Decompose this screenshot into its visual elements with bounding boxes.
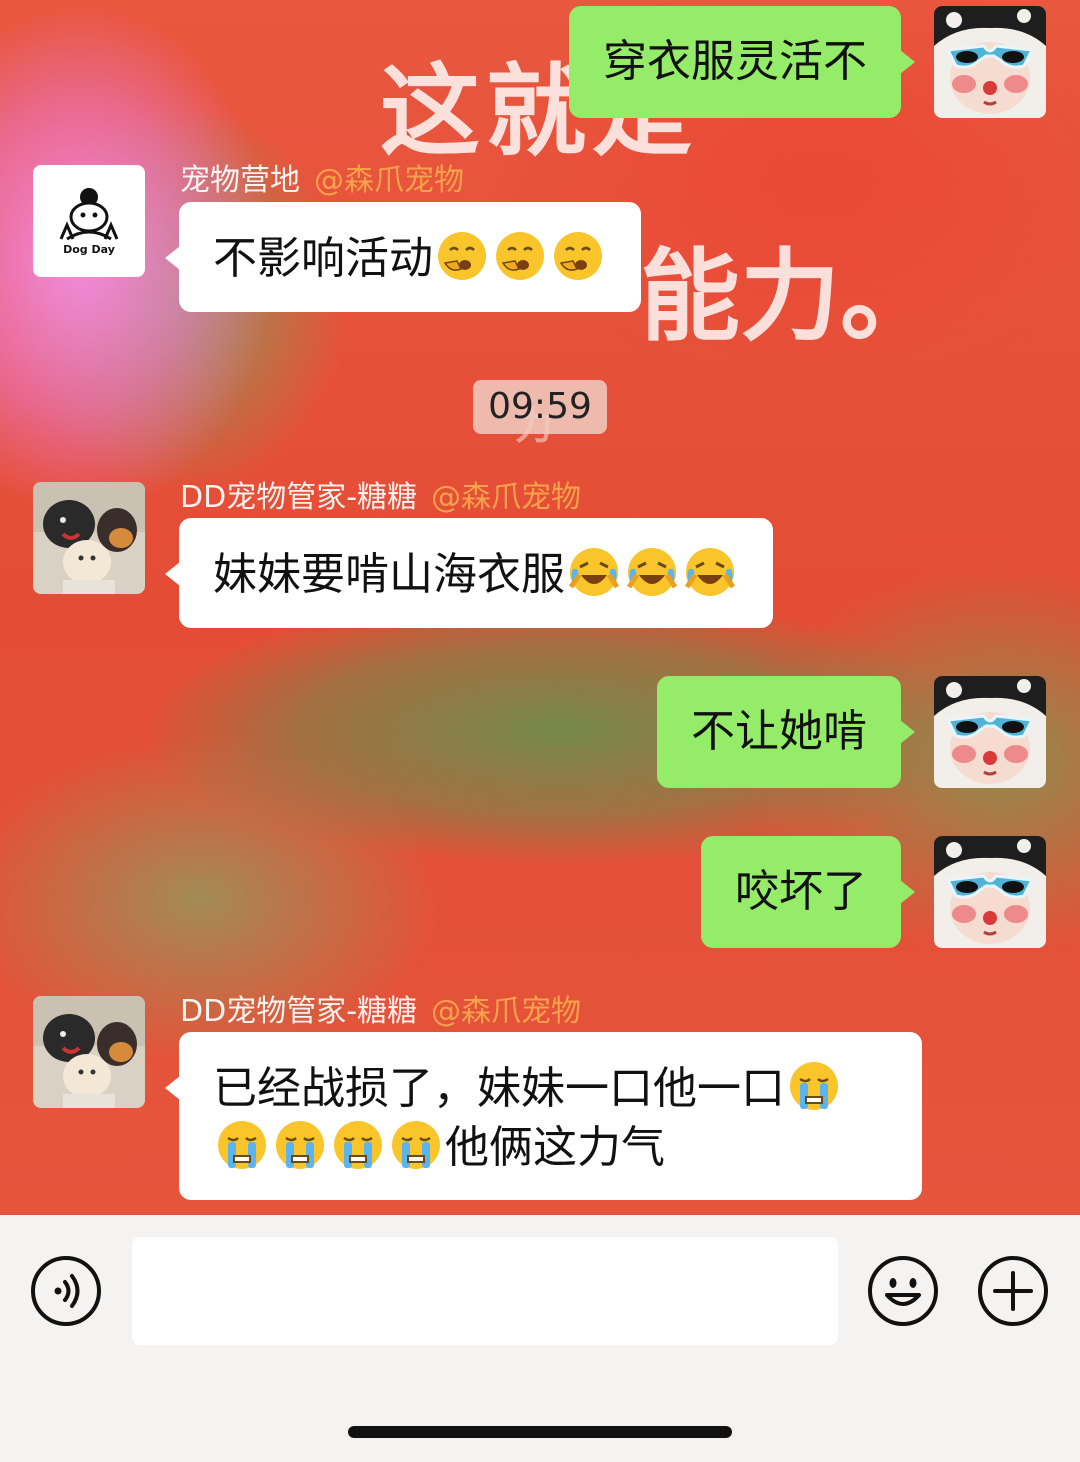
message-bubble-self[interactable]: 穿衣服灵活不	[569, 6, 915, 118]
pet-camp-avatar[interactable]: Dog Day	[33, 165, 145, 277]
message-text: 妹妹要啃山海衣服	[213, 549, 565, 600]
pets-photo-icon	[33, 482, 145, 594]
yawn-emoji-icon	[551, 229, 605, 283]
laugh-cry-emoji-icon	[683, 545, 737, 599]
voice-icon	[31, 1256, 101, 1326]
message-text: 他俩这力气	[445, 1122, 665, 1173]
message-bubble-other[interactable]: 妹妹要啃山海衣服	[165, 518, 773, 628]
laugh-cry-emoji-icon	[625, 545, 679, 599]
logo-text: Dog Day	[63, 243, 115, 256]
tangtang-avatar[interactable]	[33, 482, 145, 594]
self-avatar[interactable]	[934, 676, 1046, 788]
message-bubble-self[interactable]: 不让她啃	[657, 676, 915, 788]
sender-mention[interactable]: @森爪宠物	[314, 163, 464, 198]
yawn-emoji-icon	[493, 229, 547, 283]
message-text: 不让她啃	[691, 706, 867, 757]
crying-emoji-icon	[215, 1118, 269, 1172]
crying-emoji-icon	[273, 1118, 327, 1172]
message-bubble-other[interactable]: 已经战损了，妹妹一口他一口他俩这力气	[165, 1032, 922, 1200]
voice-input-button[interactable]	[30, 1255, 102, 1327]
message-text: 穿衣服灵活不	[603, 36, 867, 87]
sender-name-row: DD宠物管家-糖糖 @森爪宠物	[180, 986, 581, 1030]
sender-mention[interactable]: @森爪宠物	[431, 994, 581, 1029]
sender-name-row: 宠物营地 @森爪宠物	[180, 155, 464, 199]
chat-input-bar	[0, 1215, 1080, 1462]
sender-mention[interactable]: @森爪宠物	[431, 480, 581, 515]
message-text: 咬坏了	[735, 866, 867, 917]
pets-photo-icon	[33, 996, 145, 1108]
sender-name-row: DD宠物管家-糖糖 @森爪宠物	[180, 472, 581, 516]
wallpaper-text-2: 能力。	[640, 237, 940, 355]
self-avatar[interactable]	[934, 836, 1046, 948]
tangtang-avatar[interactable]	[33, 996, 145, 1108]
doll-avatar-icon	[934, 6, 1046, 118]
doll-avatar-icon	[934, 836, 1046, 948]
emoji-picker-button[interactable]	[867, 1255, 939, 1327]
message-input[interactable]	[132, 1237, 838, 1345]
home-indicator[interactable]	[348, 1426, 732, 1438]
self-avatar[interactable]	[934, 6, 1046, 118]
laugh-cry-emoji-icon	[567, 545, 621, 599]
message-text: 不影响活动	[213, 233, 433, 284]
message-bubble-other[interactable]: 不影响活动	[165, 202, 641, 312]
message-bubble-self[interactable]: 咬坏了	[701, 836, 915, 948]
sender-name: 宠物营地	[180, 163, 300, 198]
doll-avatar-icon	[934, 676, 1046, 788]
crying-emoji-icon	[787, 1059, 841, 1113]
smiley-icon	[868, 1256, 938, 1326]
crying-emoji-icon	[331, 1118, 385, 1172]
sender-name: DD宠物管家-糖糖	[180, 994, 418, 1029]
message-text: 已经战损了，妹妹一口他一口	[213, 1063, 785, 1114]
crying-emoji-icon	[389, 1118, 443, 1172]
sender-name: DD宠物管家-糖糖	[180, 480, 418, 515]
plus-icon	[978, 1256, 1048, 1326]
dog-day-logo-icon: Dog Day	[33, 165, 145, 277]
more-actions-button[interactable]	[977, 1255, 1049, 1327]
yawn-emoji-icon	[435, 229, 489, 283]
message-timestamp: 09:59	[473, 380, 607, 434]
